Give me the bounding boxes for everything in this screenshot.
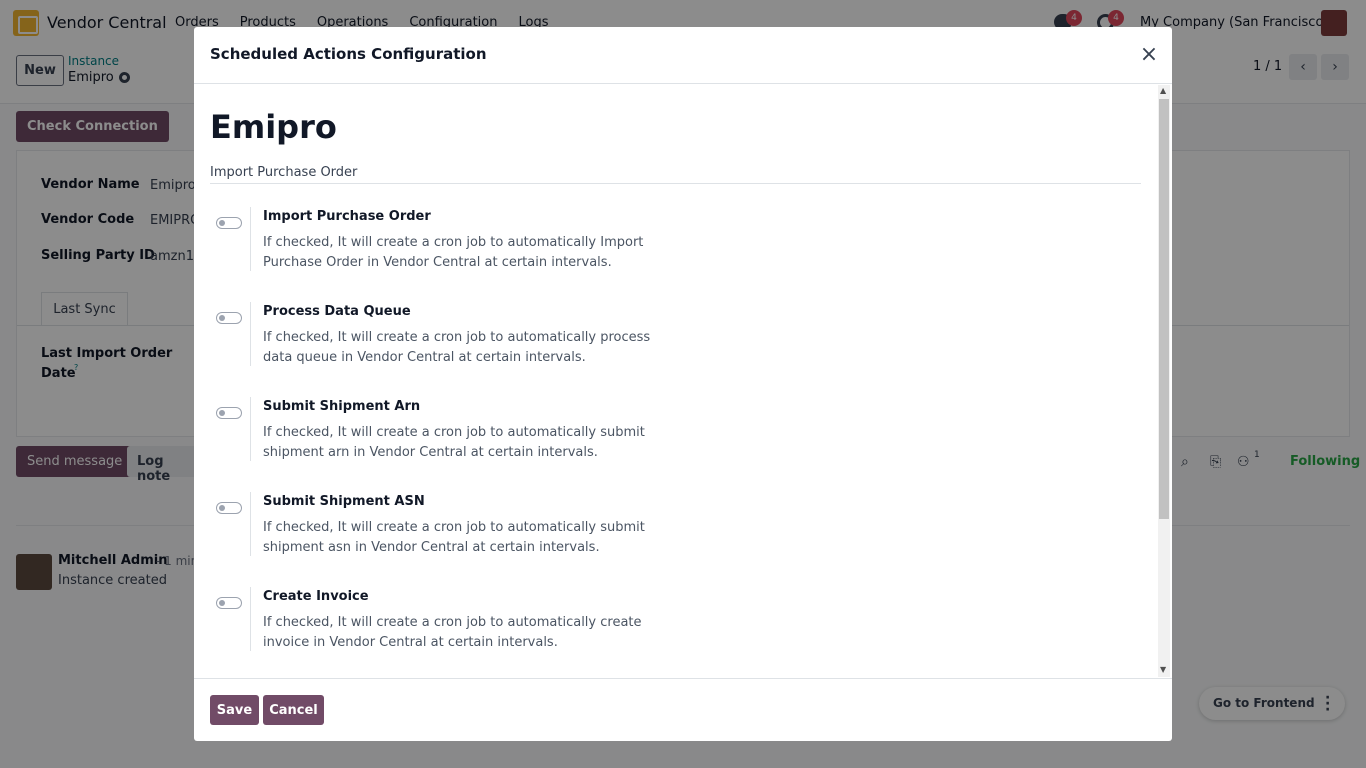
scheduled-actions-dialog: Scheduled Actions Configuration × Emipro… — [194, 27, 1172, 741]
option-help: If checked, It will create a cron job to… — [263, 615, 642, 650]
toggle-import-purchase-order[interactable] — [216, 217, 242, 229]
scrollbar-thumb[interactable] — [1159, 99, 1169, 519]
toggle-submit-shipment-arn[interactable] — [216, 407, 242, 419]
option-label: Submit Shipment Arn — [263, 399, 421, 414]
toggle-process-data-queue[interactable] — [216, 312, 242, 324]
record-title: Emipro — [210, 108, 337, 146]
separator-line — [210, 183, 1141, 184]
option-help: If checked, It will create a cron job to… — [263, 520, 645, 555]
option-help: If checked, It will create a cron job to… — [263, 425, 645, 460]
option-label: Process Data Queue — [263, 304, 411, 319]
modal-body: Emipro Import Purchase Order Import Purc… — [194, 84, 1172, 678]
cancel-button[interactable]: Cancel — [263, 695, 324, 725]
option-divider — [250, 207, 251, 271]
modal-footer: Save Cancel — [194, 678, 1172, 741]
modal-scrollbar[interactable]: ▲ ▼ — [1158, 85, 1170, 677]
scroll-up-arrow-icon[interactable]: ▲ — [1160, 86, 1166, 95]
close-icon[interactable]: × — [1137, 44, 1161, 68]
option-submit-shipment-arn: Submit Shipment Arn If checked, It will … — [210, 397, 850, 467]
separator-label: Import Purchase Order — [210, 165, 358, 180]
option-label: Create Invoice — [263, 589, 369, 604]
modal-header: Scheduled Actions Configuration × — [194, 27, 1172, 84]
option-label: Submit Shipment ASN — [263, 494, 425, 509]
toggle-submit-shipment-asn[interactable] — [216, 502, 242, 514]
option-divider — [250, 492, 251, 556]
modal-title: Scheduled Actions Configuration — [210, 45, 487, 63]
save-button[interactable]: Save — [210, 695, 259, 725]
option-process-data-queue: Process Data Queue If checked, It will c… — [210, 302, 850, 372]
option-divider — [250, 397, 251, 461]
toggle-create-invoice[interactable] — [216, 597, 242, 609]
option-label: Import Purchase Order — [263, 209, 431, 224]
option-create-invoice: Create Invoice If checked, It will creat… — [210, 587, 850, 657]
option-divider — [250, 302, 251, 366]
option-help: If checked, It will create a cron job to… — [263, 330, 651, 365]
option-import-purchase-order: Import Purchase Order If checked, It wil… — [210, 207, 850, 277]
option-help: If checked, It will create a cron job to… — [263, 235, 644, 270]
option-submit-shipment-asn: Submit Shipment ASN If checked, It will … — [210, 492, 850, 562]
option-divider — [250, 587, 251, 651]
scroll-down-arrow-icon[interactable]: ▼ — [1160, 665, 1166, 674]
